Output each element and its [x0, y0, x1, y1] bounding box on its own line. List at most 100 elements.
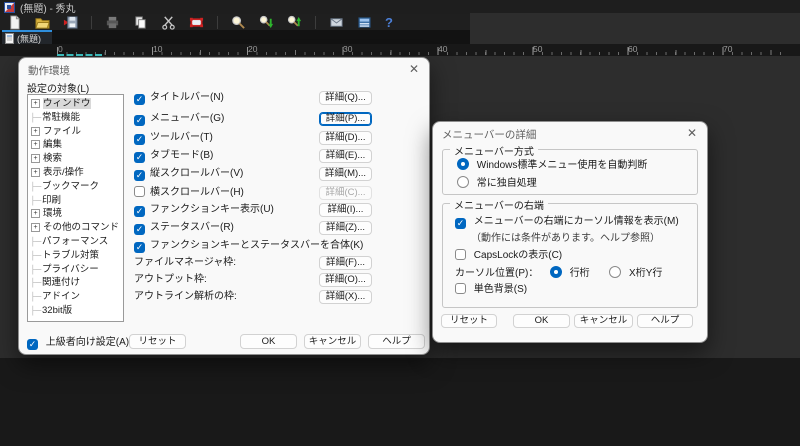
checkbox-unchecked-icon[interactable] [455, 249, 466, 260]
tree-item[interactable]: アドイン [30, 290, 123, 304]
tree-item[interactable]: 印刷 [30, 194, 123, 208]
checkbox-checked-icon[interactable] [134, 206, 145, 217]
setting-row: ステータスバー(R) [134, 221, 234, 235]
setting-row: ファイルマネージャ枠: [134, 256, 236, 270]
column-ruler: 0 10 20 30 40 50 60 70 [0, 44, 800, 56]
checkbox-row: メニューバーの右端にカーソル情報を表示(M) [455, 215, 679, 229]
tree-item[interactable]: 常駐機能 [30, 111, 123, 125]
expand-plus-icon[interactable] [31, 126, 40, 136]
setting-label: ファンクションキーとステータスバーを合体(K) [150, 240, 364, 251]
radio-selected-icon[interactable] [549, 266, 562, 278]
checkbox-checked-icon[interactable] [134, 134, 145, 145]
paste-box-icon[interactable] [189, 15, 204, 30]
save-icon[interactable] [63, 15, 78, 30]
title-bar: (無題) - 秀丸 [0, 0, 800, 15]
print-icon[interactable] [105, 15, 120, 30]
radio-label: 行桁 [569, 268, 590, 279]
detail-button-menubar[interactable]: 詳細(P)... [319, 112, 372, 126]
expand-plus-icon[interactable] [31, 223, 40, 233]
tab-bar: (無題) [0, 30, 470, 44]
find-previous-icon[interactable] [287, 15, 302, 30]
radio-label: X桁Y行 [629, 268, 663, 279]
reset-button[interactable]: リセット [441, 314, 497, 328]
detail-button-toolbar[interactable]: 詳細(D)... [319, 131, 372, 145]
ok-button[interactable]: OK [240, 334, 297, 349]
expand-plus-icon[interactable] [31, 209, 40, 219]
close-icon[interactable] [687, 126, 697, 140]
find-icon[interactable] [231, 15, 246, 30]
window-list-icon[interactable] [357, 15, 372, 30]
radio-selected-icon[interactable] [457, 158, 469, 170]
detail-button-output[interactable]: 詳細(O)... [319, 273, 372, 287]
ruler-mark: 0 [58, 44, 63, 54]
close-icon[interactable] [409, 62, 419, 76]
copy-icon[interactable] [133, 15, 148, 30]
checkbox-unchecked-icon[interactable] [455, 283, 466, 294]
document-tab[interactable]: (無題) [2, 30, 52, 44]
help-button[interactable]: ヘルプ [637, 314, 693, 328]
detail-button-hscroll[interactable]: 詳細(C)... [319, 186, 372, 200]
help-icon[interactable] [385, 16, 393, 29]
checkbox-checked-icon[interactable] [134, 170, 145, 181]
setting-label: ツールバー(T) [150, 132, 213, 143]
detail-button-statusbar[interactable]: 詳細(Z)... [319, 221, 372, 235]
tree-item[interactable]: パフォーマンス [30, 235, 123, 249]
mail-icon[interactable] [329, 15, 344, 30]
checkbox-checked-icon[interactable] [134, 94, 145, 105]
expand-plus-icon[interactable] [31, 99, 40, 108]
expand-plus-icon[interactable] [31, 154, 40, 164]
radio-unselected-icon[interactable] [609, 266, 622, 278]
tree-item[interactable]: プライバシー [30, 263, 123, 277]
detail-button-outline[interactable]: 詳細(X)... [319, 290, 372, 304]
settings-tree[interactable]: ウィンドウ 常駐機能 ファイル 編集 検索 表示/操作 ブックマーク 印刷 環境… [27, 94, 124, 322]
tree-item[interactable]: 検索 [30, 152, 123, 166]
ok-button[interactable]: OK [513, 314, 570, 328]
tree-connector [30, 276, 42, 290]
tree-item[interactable]: その他のコマンド [30, 221, 123, 235]
tab-label: (無題) [17, 33, 41, 44]
checkbox-checked-icon[interactable] [134, 224, 145, 235]
detail-button-filemgr[interactable]: 詳細(F)... [319, 256, 372, 270]
checkbox-checked-icon[interactable] [134, 152, 145, 163]
tree-item[interactable]: 環境 [30, 207, 123, 221]
expand-plus-icon[interactable] [31, 167, 40, 177]
checkbox-label: CapsLockの表示(C) [473, 250, 563, 261]
menubar-detail-dialog: メニューバーの詳細 メニューバー方式 Windows標準メニュー使用を自動判断 … [432, 121, 708, 343]
checkbox-checked-icon[interactable] [134, 115, 145, 126]
tree-item[interactable]: トラブル対策 [30, 249, 123, 263]
tree-item[interactable]: 32bit版 [30, 304, 123, 318]
cut-icon[interactable] [161, 15, 176, 30]
reset-button[interactable]: リセット [129, 334, 186, 349]
checkbox-checked-icon[interactable] [455, 218, 466, 229]
detail-button-tabmode[interactable]: 詳細(E)... [319, 149, 372, 163]
cancel-button[interactable]: キャンセル [304, 334, 361, 349]
checkbox-unchecked-icon[interactable] [134, 186, 145, 197]
detail-button-titlebar[interactable]: 詳細(Q)... [319, 91, 372, 105]
cancel-button[interactable]: キャンセル [574, 314, 633, 328]
detail-button-vscroll[interactable]: 詳細(M)... [319, 167, 372, 181]
tree-item[interactable]: ブックマーク [30, 180, 123, 194]
checkbox-checked-icon[interactable] [27, 339, 38, 350]
cursor-position-row: カーソル位置(P)： 行桁 X桁Y行 [455, 266, 662, 280]
chrome-background [470, 13, 800, 44]
setting-row: タイトルバー(N) [134, 91, 224, 105]
checkbox-checked-icon[interactable] [134, 242, 145, 253]
ruler-mark: 20 [248, 44, 258, 54]
radio-unselected-icon[interactable] [457, 176, 469, 188]
tree-item[interactable]: 表示/操作 [30, 166, 123, 180]
tab-document-icon [5, 32, 14, 44]
setting-label: アウトプット枠: [134, 274, 207, 285]
tree-label: 設定の対象(L) [27, 84, 90, 95]
find-next-icon[interactable] [259, 15, 274, 30]
help-button[interactable]: ヘルプ [368, 334, 425, 349]
open-folder-icon[interactable] [35, 15, 50, 30]
checkbox-label: メニューバーの右端にカーソル情報を表示(M) [473, 216, 679, 227]
tree-connector [30, 290, 42, 304]
tree-item-window[interactable]: ウィンドウ [30, 97, 123, 111]
detail-button-funckey[interactable]: 詳細(I)... [319, 203, 372, 217]
tree-item[interactable]: 関連付け [30, 276, 123, 290]
expand-plus-icon[interactable] [31, 140, 40, 150]
new-file-icon[interactable] [7, 14, 22, 30]
tree-item[interactable]: 編集 [30, 138, 123, 152]
tree-item[interactable]: ファイル [30, 125, 123, 139]
